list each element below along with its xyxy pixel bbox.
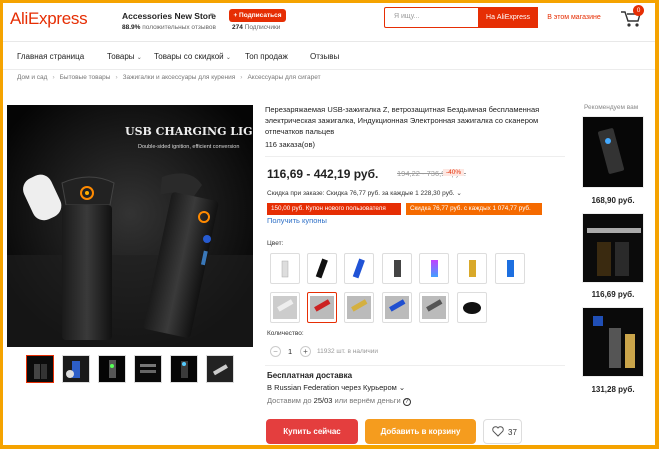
color-option[interactable] (419, 253, 449, 284)
nav-top-sales[interactable]: Топ продаж (245, 52, 288, 61)
color-option[interactable] (457, 253, 487, 284)
chevron-down-icon[interactable]: ▾ (210, 11, 214, 19)
chevron-right-icon: › (240, 74, 243, 81)
rating-text: положительных отзывов (140, 24, 216, 31)
shipping-date-prefix: Доставим до (267, 396, 314, 405)
color-option[interactable] (382, 292, 412, 323)
color-option[interactable] (270, 292, 300, 323)
order-count: 116 заказа(ов) (265, 140, 315, 149)
order-discount-text: Скидка при заказе: Скидка 76,77 руб. за … (267, 190, 455, 197)
wishlist-count: 37 (508, 428, 517, 437)
nav-discounts-label: Товары со скидкой (154, 52, 224, 61)
color-option[interactable] (307, 292, 337, 323)
quantity-increase-button[interactable]: + (300, 346, 311, 357)
aliexpress-logo[interactable]: AliExpress (10, 9, 88, 29)
heart-icon (492, 426, 504, 439)
divider (3, 41, 655, 42)
shipping-date-value: 25/03 (313, 396, 333, 405)
breadcrumb: Дом и сад › Бытовые товары › Зажигалки и акс… (17, 74, 321, 81)
follow-store-button[interactable]: + Подписаться (229, 9, 286, 22)
quantity-available: 11932 шт. в наличии (317, 348, 379, 355)
product-price: 116,69 - 442,19 руб. (267, 167, 379, 181)
shipping-method-text: В Russian Federation через Курьером (267, 383, 397, 392)
breadcrumb-item[interactable]: Дом и сад (17, 74, 47, 81)
shipping-date-suffix: или вернём деньги (332, 396, 401, 405)
nav-products-label: Товары (107, 52, 135, 61)
breadcrumb-item[interactable]: Аксессуары для сигарет (247, 74, 320, 81)
quantity-decrease-button[interactable]: − (270, 346, 281, 357)
recommended-product-image[interactable] (582, 116, 644, 188)
color-option[interactable] (382, 253, 412, 284)
thumbnail[interactable] (98, 355, 126, 383)
search-input[interactable]: Я ищу... (394, 13, 474, 20)
recommended-price[interactable]: 131,28 руб. (582, 385, 644, 394)
product-main-image[interactable]: USB CHARGING LIGHTER Double-sided igniti… (7, 105, 253, 347)
color-option[interactable] (419, 292, 449, 323)
product-title: Перезаряжаемая USB-зажигалка Z, ветрозащ… (265, 105, 540, 136)
help-icon[interactable]: ? (402, 398, 411, 406)
discount-badge: -40% (443, 169, 465, 176)
order-discount-info[interactable]: Скидка при заказе: Скидка 76,77 руб. за … (267, 189, 462, 197)
color-option[interactable] (495, 253, 525, 284)
divider (3, 69, 655, 70)
chevron-right-icon: › (115, 74, 118, 81)
page-frame: AliExpress Accessories New Store ▾ + Под… (3, 3, 655, 445)
color-option[interactable] (307, 253, 337, 284)
recommend-title: Рекомендуем вам (584, 104, 639, 111)
color-option[interactable] (270, 253, 300, 284)
chevron-down-icon: ⌄ (225, 55, 231, 61)
shipping-method[interactable]: В Russian Federation через Курьером ⌄ (267, 383, 405, 392)
banner-title: USB CHARGING LIGHTER (125, 125, 253, 138)
divider (265, 365, 565, 366)
color-option[interactable] (457, 292, 487, 323)
color-option[interactable] (344, 253, 374, 284)
chevron-right-icon: › (52, 74, 55, 81)
thumbnail[interactable] (26, 355, 54, 383)
buy-now-button[interactable]: Купить сейчас (266, 419, 358, 444)
add-to-cart-button[interactable]: Добавить в корзину (365, 419, 476, 444)
followers-count: 274 (232, 24, 243, 31)
banner-subtitle: Double-sided ignition, efficient convers… (138, 144, 239, 150)
color-label: Цвет: (267, 240, 284, 247)
quantity-value[interactable]: 1 (288, 347, 292, 356)
nav-discounts[interactable]: Товары со скидкой ⌄ (154, 52, 231, 61)
chevron-down-icon: ⌄ (136, 55, 142, 61)
new-user-coupon[interactable]: 150,00 руб. Купон нового пользователя (267, 203, 401, 215)
color-option[interactable] (344, 292, 374, 323)
wishlist-button[interactable]: 37 (483, 419, 522, 444)
store-name[interactable]: Accessories New Store (122, 11, 216, 21)
divider (265, 156, 565, 157)
thumbnail[interactable] (170, 355, 198, 383)
nav-products[interactable]: Товары ⌄ (107, 52, 142, 61)
thumbnail[interactable] (62, 355, 90, 383)
nav-reviews[interactable]: Отзывы (310, 52, 339, 61)
breadcrumb-item[interactable]: Бытовые товары (60, 74, 111, 81)
cart-count-badge: 0 (633, 5, 644, 16)
chevron-down-icon: ⌄ (398, 383, 406, 392)
shipping-date: Доставим до 25/03 или вернём деньги ? (267, 396, 411, 406)
search-bar: Я ищу... На AliExpress В этом магазине (384, 7, 610, 28)
recommended-price[interactable]: 168,90 руб. (582, 196, 644, 205)
nav-home[interactable]: Главная страница (17, 52, 84, 61)
search-store-button[interactable]: В этом магазине (538, 7, 610, 28)
get-coupons-link[interactable]: Получить купоны (267, 216, 327, 225)
store-coupon[interactable]: Скидка 76,77 руб. с каждых 1 074,77 руб. (406, 203, 542, 215)
thumbnail[interactable] (206, 355, 234, 383)
rating-value: 88.9% (122, 24, 141, 31)
quantity-label: Количество: (267, 330, 304, 337)
breadcrumb-item[interactable]: Зажигалки и аксессуары для курения (123, 74, 236, 81)
shipping-title: Бесплатная доставка (267, 371, 353, 380)
recommended-price[interactable]: 116,69 руб. (582, 290, 644, 299)
search-aliexpress-button[interactable]: На AliExpress (478, 7, 538, 28)
recommended-product-image[interactable] (582, 307, 644, 377)
followers-text: Подписчики (242, 24, 281, 31)
store-followers: 274 Подписчики (232, 24, 280, 31)
store-rating: 88.9% положительных отзывов (122, 24, 216, 31)
chevron-down-icon: ⌄ (456, 190, 462, 197)
thumbnail[interactable] (134, 355, 162, 383)
recommended-product-image[interactable] (582, 213, 644, 283)
